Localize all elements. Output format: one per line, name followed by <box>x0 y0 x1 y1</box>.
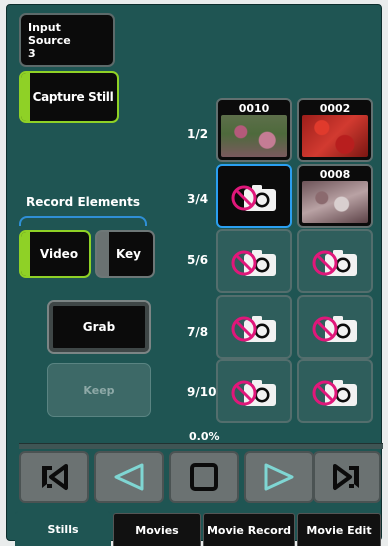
capture-still-label: Capture Still <box>32 90 114 104</box>
key-toggle-button[interactable]: Key <box>95 230 155 278</box>
grab-button[interactable]: Grab <box>47 300 151 354</box>
progress-bar <box>19 443 383 449</box>
still-slot-1[interactable]: 0010 <box>216 98 292 162</box>
still-slot-4[interactable]: 0008 <box>297 164 373 228</box>
input-source-label: Input Source <box>28 21 71 47</box>
active-indicator <box>21 232 30 276</box>
capture-still-button[interactable]: Capture Still <box>19 71 119 123</box>
no-image-camera-icon <box>231 185 276 211</box>
no-image-camera-icon <box>312 250 357 276</box>
no-image-camera-icon <box>231 250 276 276</box>
keep-label: Keep <box>83 383 115 397</box>
active-indicator <box>21 73 30 121</box>
progress-percentage: 0.0% <box>189 430 220 443</box>
stop-button[interactable] <box>169 451 239 503</box>
still-slot-10[interactable] <box>297 359 373 423</box>
tab-movie-edit[interactable]: Movie Edit <box>297 513 381 546</box>
tab-movie-edit-label: Movie Edit <box>306 523 372 537</box>
skip-to-end-icon <box>333 464 359 490</box>
video-toggle-button[interactable]: Video <box>19 230 91 278</box>
tab-movie-record-label: Movie Record <box>206 523 292 537</box>
tab-movies[interactable]: Movies <box>113 513 201 546</box>
still-number: 0010 <box>238 102 270 115</box>
tab-movie-record[interactable]: Movie Record <box>203 513 295 546</box>
skip-to-start-icon <box>42 464 68 490</box>
input-source-button[interactable]: Input Source 3 <box>19 13 115 67</box>
stills-panel: Input Source 3 Capture Still Record Elem… <box>6 4 383 546</box>
skip-to-start-button[interactable] <box>19 451 89 503</box>
play-reverse-button[interactable] <box>94 451 164 503</box>
skip-to-end-button[interactable] <box>313 451 381 503</box>
video-label: Video <box>39 247 79 261</box>
still-thumbnail <box>221 115 287 157</box>
no-image-camera-icon <box>312 316 357 342</box>
play-button[interactable] <box>244 451 314 503</box>
still-slot-9[interactable] <box>216 359 292 423</box>
record-elements-bracket <box>19 216 147 226</box>
still-slot-2[interactable]: 0002 <box>297 98 373 162</box>
still-slot-3[interactable] <box>216 164 292 228</box>
still-slot-8[interactable] <box>297 295 373 359</box>
no-image-camera-icon <box>231 380 276 406</box>
stop-icon <box>190 463 218 491</box>
still-thumbnail <box>302 115 368 157</box>
keep-button[interactable]: Keep <box>47 363 151 417</box>
no-image-camera-icon <box>231 316 276 342</box>
still-slot-6[interactable] <box>297 229 373 293</box>
still-slot-5[interactable] <box>216 229 292 293</box>
still-number: 0008 <box>319 168 351 181</box>
input-source-value: 3 <box>28 47 36 60</box>
grab-label: Grab <box>82 320 116 334</box>
still-slot-7[interactable] <box>216 295 292 359</box>
tab-stills-label: Stills <box>47 522 79 536</box>
play-reverse-icon <box>114 463 144 491</box>
key-label: Key <box>115 247 141 261</box>
still-thumbnail <box>302 181 368 223</box>
play-icon <box>264 463 294 491</box>
tab-stills[interactable]: Stills <box>15 511 111 546</box>
no-image-camera-icon <box>312 380 357 406</box>
record-elements-label: Record Elements <box>26 195 140 209</box>
tab-movies-label: Movies <box>135 523 179 537</box>
still-number: 0002 <box>319 102 351 115</box>
